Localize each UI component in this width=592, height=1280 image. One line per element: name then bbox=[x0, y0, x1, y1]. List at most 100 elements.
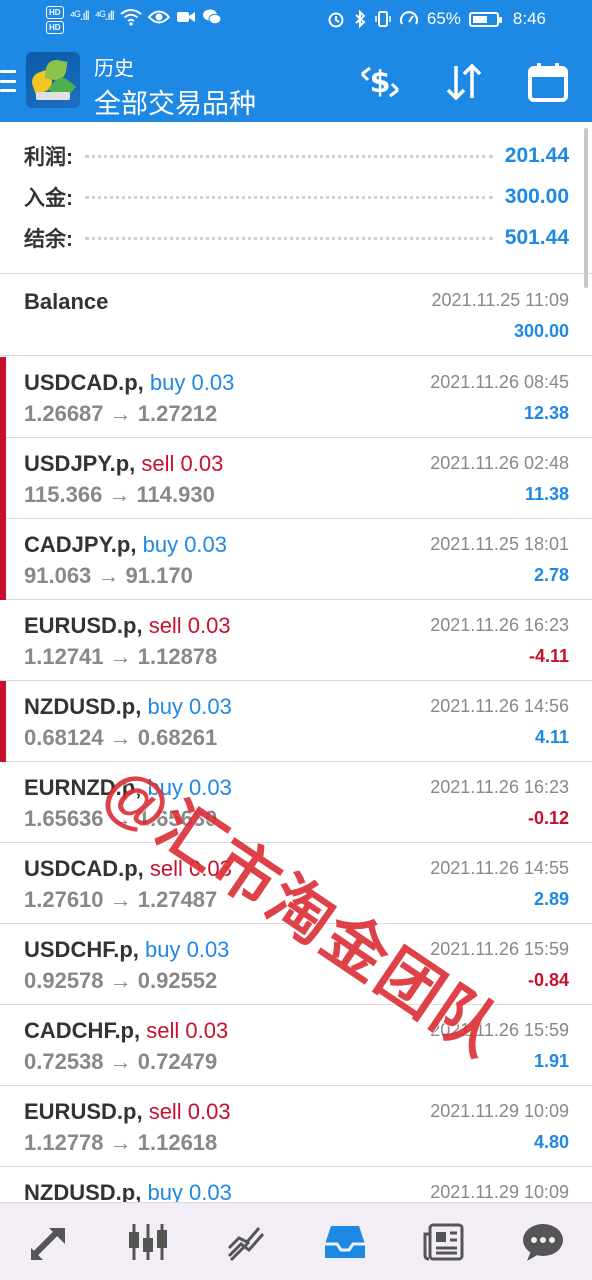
deal-time: 2021.11.29 10:09 bbox=[430, 1101, 569, 1121]
header-title[interactable]: 全部交易品种 bbox=[94, 82, 256, 121]
video-icon bbox=[176, 12, 195, 22]
symbol-name: USDCAD.p, bbox=[24, 856, 144, 881]
battery-icon bbox=[468, 11, 502, 27]
dotted-leader bbox=[85, 154, 493, 158]
symbol-name: EURUSD.p, bbox=[24, 613, 143, 638]
sort-button[interactable] bbox=[440, 58, 488, 106]
deal-profit: 4.11 bbox=[534, 727, 569, 747]
symbol-name: EURUSD.p, bbox=[24, 1099, 143, 1124]
deal-profit: 12.38 bbox=[523, 403, 569, 423]
open-marker bbox=[0, 519, 6, 600]
deal-row[interactable]: EURUSD.p, sell 0.03 1.12778 → 1.12618 2021… bbox=[0, 1086, 592, 1167]
deal-time: 2021.11.26 16:23 bbox=[430, 777, 569, 797]
svg-text:$: $ bbox=[370, 65, 391, 100]
status-left: HD HD ⁴ᴳ.ıll ⁴ᴳ.ıll bbox=[46, 6, 222, 34]
deal-row[interactable]: USDJPY.p, sell 0.03 115.366 → 114.930 2021… bbox=[0, 438, 592, 519]
deal-direction: buy 0.03 bbox=[147, 775, 232, 800]
deal-time: 2021.11.26 14:56 bbox=[430, 696, 569, 716]
deal-row[interactable]: NZDUSD.p, buy 0.03 0.68124 → 0.68261 2021.… bbox=[0, 681, 592, 762]
calendar-icon bbox=[528, 63, 568, 102]
summary-value: 501.44 bbox=[504, 226, 569, 249]
nav-history[interactable] bbox=[315, 1212, 375, 1272]
dotted-leader bbox=[85, 236, 493, 240]
deal-symbol: CADCHF.p, sell 0.03 bbox=[24, 1018, 228, 1044]
deal-time: 2021.11.26 08:45 bbox=[430, 372, 569, 392]
scrollbar[interactable] bbox=[584, 128, 588, 288]
deal-direction: buy 0.03 bbox=[142, 532, 228, 557]
summary-label: 结余: bbox=[24, 228, 73, 251]
deal-symbol: USDCHF.p, buy 0.03 bbox=[24, 937, 229, 963]
deal-row[interactable]: EURNZD.p, buy 0.03 1.65636 → 1.65630 2021.… bbox=[0, 762, 592, 843]
symbol-name: USDCAD.p, bbox=[24, 370, 144, 395]
deal-profit: 11.38 bbox=[524, 484, 569, 504]
deal-direction: sell 0.03 bbox=[141, 451, 224, 476]
trade-icon bbox=[31, 1227, 66, 1260]
deal-row[interactable]: USDCAD.p, sell 0.03 1.27610 → 1.27487 2021… bbox=[0, 843, 592, 924]
account-summary: 利润: 201.44 入金: 300.00 结余: 501.44 bbox=[0, 122, 592, 274]
chat-icon bbox=[522, 1223, 563, 1261]
deal-prices: 1.12741 → 1.12878 bbox=[24, 644, 218, 669]
battery-fill bbox=[472, 15, 487, 23]
symbol-name: CADCHF.p, bbox=[24, 1018, 141, 1043]
nav-chart[interactable] bbox=[217, 1212, 277, 1272]
deal-prices: 0.72538 → 0.72479 bbox=[24, 1049, 218, 1074]
deal-prices: 1.65636 → 1.65630 bbox=[24, 806, 218, 831]
open-marker bbox=[0, 681, 6, 762]
deal-profit: 2.89 bbox=[533, 889, 569, 909]
currency-filter-button[interactable]: $ bbox=[356, 58, 404, 106]
deal-time: 2021.11.26 16:23 bbox=[430, 615, 569, 635]
summary-row-balance: 结余: 501.44 bbox=[24, 218, 569, 258]
deal-symbol: EURUSD.p, sell 0.03 bbox=[24, 1099, 231, 1125]
currency-exchange-icon: $ bbox=[360, 65, 400, 100]
speed-icon bbox=[399, 11, 418, 25]
balance-title: Balance bbox=[24, 289, 109, 314]
deal-row[interactable]: EURUSD.p, sell 0.03 1.12741 → 1.12878 2021… bbox=[0, 600, 592, 681]
signal-icon: ⁴ᴳ.ıll bbox=[94, 8, 115, 23]
deal-profit: 4.80 bbox=[533, 1132, 569, 1152]
nav-news[interactable] bbox=[414, 1212, 474, 1272]
balance-row[interactable]: Balance 2021.11.25 11:09 300.00 bbox=[0, 275, 592, 356]
deal-direction: buy 0.03 bbox=[147, 694, 232, 719]
deal-time: 2021.11.25 11:09 bbox=[431, 290, 569, 310]
header-subtitle: 历史 bbox=[94, 58, 134, 80]
summary-value: 201.44 bbox=[504, 144, 569, 167]
deal-row[interactable]: CADCHF.p, sell 0.03 0.72538 → 0.72479 2021… bbox=[0, 1005, 592, 1086]
deal-row[interactable]: USDCHF.p, buy 0.03 0.92578 → 0.92552 2021.… bbox=[0, 924, 592, 1005]
symbol-name: USDJPY.p, bbox=[24, 451, 136, 476]
symbol-name: USDCHF.p, bbox=[24, 937, 139, 962]
open-marker bbox=[0, 357, 6, 438]
deal-time: 2021.11.29 10:09 bbox=[430, 1182, 569, 1202]
status-bar: HD HD ⁴ᴳ.ıll ⁴ᴳ.ıll 65% 8:46 bbox=[0, 0, 592, 42]
summary-label: 入金: bbox=[24, 187, 73, 210]
summary-row-deposit: 入金: 300.00 bbox=[24, 177, 569, 217]
alarm-icon bbox=[328, 12, 344, 28]
deal-direction: sell 0.03 bbox=[148, 613, 231, 638]
deal-prices: 1.27610 → 1.27487 bbox=[24, 887, 218, 912]
deal-direction: buy 0.03 bbox=[145, 937, 230, 962]
deal-symbol: USDCAD.p, buy 0.03 bbox=[24, 370, 234, 396]
news-icon bbox=[423, 1223, 464, 1260]
hd-badge: HD bbox=[46, 21, 64, 34]
nav-chat[interactable] bbox=[513, 1212, 573, 1272]
deal-symbol: EURNZD.p, buy 0.03 bbox=[24, 775, 232, 801]
deal-profit: -4.11 bbox=[528, 646, 569, 666]
nav-trade[interactable] bbox=[19, 1212, 79, 1272]
clock: 8:46 bbox=[512, 9, 546, 28]
deal-row[interactable]: CADJPY.p, buy 0.03 91.063 → 91.170 2021.11… bbox=[0, 519, 592, 600]
top-bar: HD HD ⁴ᴳ.ıll ⁴ᴳ.ıll 65% 8:46 历史 全部交易品种 $ bbox=[0, 0, 592, 122]
nav-quotes[interactable] bbox=[118, 1212, 178, 1272]
deal-symbol: NZDUSD.p, buy 0.03 bbox=[24, 694, 232, 720]
history-inbox-icon bbox=[325, 1225, 366, 1258]
open-marker bbox=[0, 438, 6, 519]
deal-prices: 91.063 → 91.170 bbox=[24, 563, 193, 588]
menu-icon[interactable] bbox=[0, 70, 16, 92]
deal-prices: 1.12778 → 1.12618 bbox=[24, 1130, 218, 1155]
calendar-button[interactable] bbox=[524, 58, 572, 106]
dotted-leader bbox=[85, 195, 493, 199]
symbol-name: CADJPY.p, bbox=[24, 532, 137, 557]
wechat-icon bbox=[202, 9, 222, 25]
deal-time: 2021.11.26 15:59 bbox=[430, 939, 569, 959]
deal-row[interactable]: USDCAD.p, buy 0.03 1.26687 → 1.27212 2021.… bbox=[0, 357, 592, 438]
signal-icon: ⁴ᴳ.ıll bbox=[69, 8, 90, 23]
deal-symbol: EURUSD.p, sell 0.03 bbox=[24, 613, 231, 639]
